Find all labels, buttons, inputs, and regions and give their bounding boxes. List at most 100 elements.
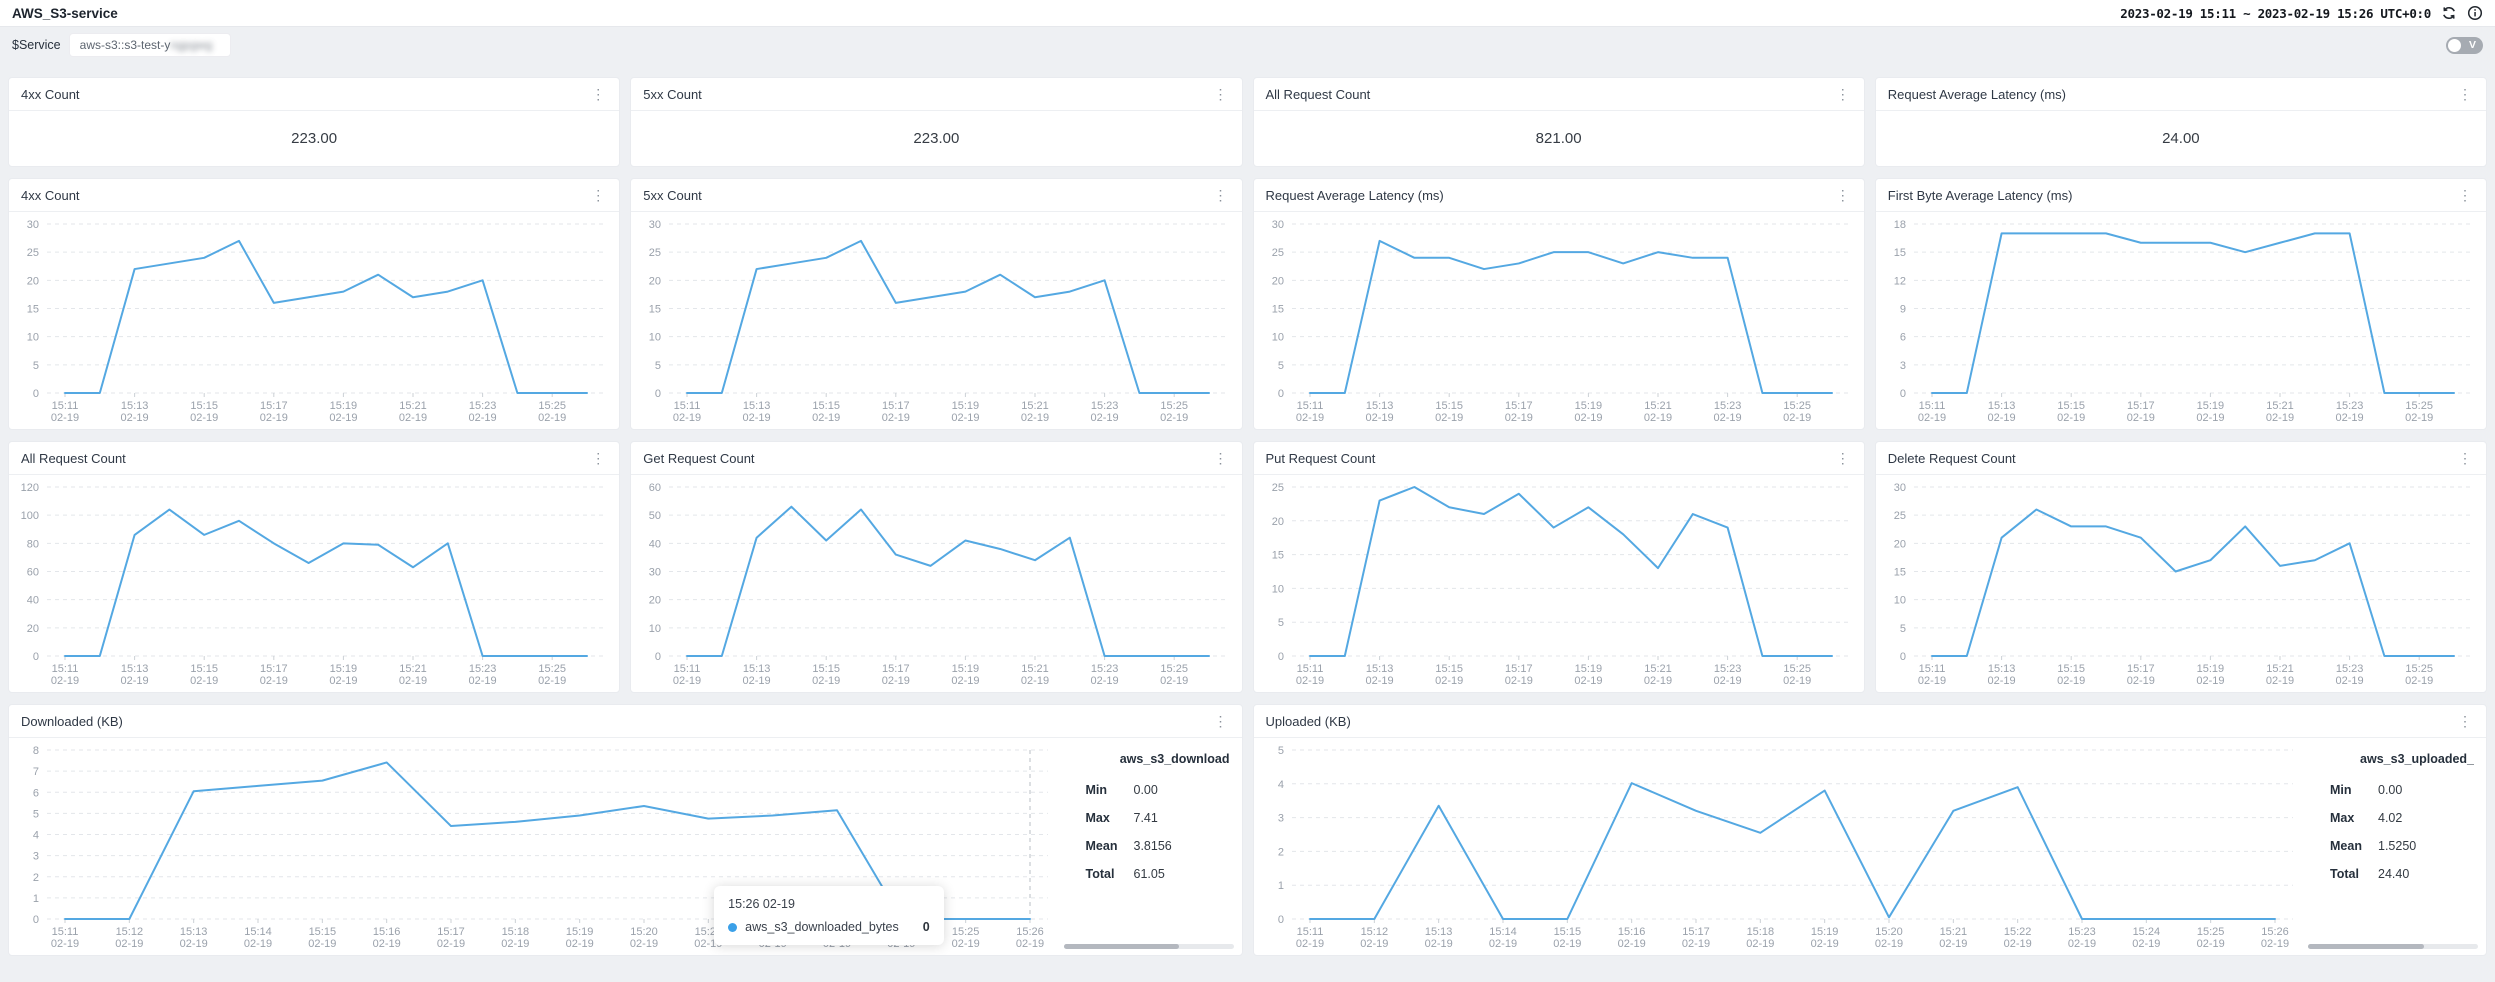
kebab-menu-icon[interactable] [1212,451,1230,465]
kebab-menu-icon[interactable] [2456,87,2474,101]
scrollbar-thumb[interactable] [1064,944,1180,949]
svg-text:15:1702-19: 15:1702-19 [882,663,910,687]
svg-text:15:2102-19: 15:2102-19 [2266,663,2294,687]
line-chart[interactable]: 05101520253015:1102-1915:1302-1915:1502-… [1876,475,2486,692]
kebab-menu-icon[interactable] [2456,714,2474,728]
stat-panel-4xx-count: 4xx Count 223.00 [8,77,620,167]
kebab-menu-icon[interactable] [1834,87,1852,101]
line-chart[interactable]: 01234567815:1102-1915:1202-1915:1302-191… [9,738,1062,955]
svg-text:15: 15 [1271,550,1283,562]
top-bar: AWS_S3-service 2023-02-19 15:11 ~ 2023-0… [0,0,2495,27]
kebab-menu-icon[interactable] [1212,714,1230,728]
legend-stat-label: Max [2330,811,2378,825]
line-chart[interactable]: 010203040506015:1102-1915:1302-1915:1502… [631,475,1241,692]
svg-text:3: 3 [1277,813,1283,825]
svg-text:3: 3 [33,851,39,863]
svg-text:15:1702-19: 15:1702-19 [882,400,910,424]
stat-value: 24.00 [1876,111,2486,166]
svg-text:0: 0 [1900,651,1906,663]
legend-stat-value: 24.40 [2378,867,2409,881]
svg-text:20: 20 [1271,275,1283,287]
legend-stat-value: 7.41 [1134,811,1158,825]
line-chart[interactable]: 036912151815:1102-1915:1302-1915:1502-19… [1876,212,2486,429]
svg-text:60: 60 [649,482,661,494]
svg-text:15:2502-19: 15:2502-19 [2196,926,2224,950]
svg-text:100: 100 [21,510,39,522]
svg-text:15:1502-19: 15:1502-19 [1553,926,1581,950]
dashboard-grid: 4xx Count 223.00 5xx Count 223.00 All Re… [8,77,2487,956]
legend-stat-label: Mean [2330,839,2378,853]
scrollbar-thumb[interactable] [2308,944,2424,949]
legend-stat-label: Min [2330,783,2378,797]
svg-text:0: 0 [33,651,39,663]
svg-text:15:2202-19: 15:2202-19 [2003,926,2031,950]
panel-title: 4xx Count [21,87,80,102]
line-chart[interactable]: 01234515:1102-1915:1202-1915:1302-1915:1… [1254,738,2307,955]
svg-text:15:1302-19: 15:1302-19 [1365,663,1393,687]
kebab-menu-icon[interactable] [1834,451,1852,465]
svg-text:15:2102-19: 15:2102-19 [2266,400,2294,424]
view-toggle[interactable]: V [2446,37,2483,54]
kebab-menu-icon[interactable] [2456,451,2474,465]
stat-value: 821.00 [1254,111,1864,166]
line-chart[interactable]: 05101520253015:1102-1915:1302-1915:1502-… [9,212,619,429]
kebab-menu-icon[interactable] [1212,188,1230,202]
svg-text:15:1302-19: 15:1302-19 [1987,400,2015,424]
refresh-icon[interactable] [2440,5,2457,22]
chart-panel-first-byte-average-latency: First Byte Average Latency (ms) 03691215… [1875,178,2487,430]
toggle-label: V [2469,39,2476,51]
svg-text:0: 0 [1277,388,1283,400]
svg-text:15:1102-19: 15:1102-19 [1295,663,1323,687]
kebab-menu-icon[interactable] [589,87,607,101]
horizontal-scrollbar[interactable] [2308,944,2478,949]
tooltip-series-name: aws_s3_downloaded_bytes [745,920,899,934]
kebab-menu-icon[interactable] [589,451,607,465]
svg-text:15:1502-19: 15:1502-19 [1435,400,1463,424]
time-range[interactable]: 2023-02-19 15:11 ~ 2023-02-19 15:26 UTC+… [2120,6,2431,21]
info-icon[interactable] [2466,5,2483,22]
svg-text:15:2502-19: 15:2502-19 [952,926,980,950]
service-variable-label: $Service [12,38,61,52]
svg-text:15:2102-19: 15:2102-19 [1939,926,1967,950]
svg-text:15:1802-19: 15:1802-19 [1746,926,1774,950]
kebab-menu-icon[interactable] [1212,87,1230,101]
svg-text:120: 120 [21,482,39,494]
svg-text:15:1902-19: 15:1902-19 [566,926,594,950]
legend-stat-label: Mean [1086,839,1134,853]
svg-text:15:1302-19: 15:1302-19 [121,663,149,687]
svg-text:30: 30 [27,219,39,231]
svg-text:5: 5 [1277,617,1283,629]
svg-text:15:2502-19: 15:2502-19 [2405,663,2433,687]
svg-text:15:2102-19: 15:2102-19 [1643,663,1671,687]
svg-text:15:2502-19: 15:2502-19 [538,663,566,687]
svg-text:15:1502-19: 15:1502-19 [190,663,218,687]
panel-title: First Byte Average Latency (ms) [1888,188,2073,203]
kebab-menu-icon[interactable] [2456,188,2474,202]
svg-text:15:1702-19: 15:1702-19 [260,400,288,424]
svg-text:15:2102-19: 15:2102-19 [1643,400,1671,424]
kebab-menu-icon[interactable] [1834,188,1852,202]
svg-text:15: 15 [1271,304,1283,316]
svg-text:40: 40 [649,538,661,550]
kebab-menu-icon[interactable] [589,188,607,202]
svg-text:30: 30 [1271,219,1283,231]
service-select-input[interactable]: aws-s3::s3-test-yngpgwg [70,34,230,56]
tooltip-time: 15:26 02-19 [728,897,930,911]
line-chart[interactable]: 02040608010012015:1102-1915:1302-1915:15… [9,475,619,692]
horizontal-scrollbar[interactable] [1064,944,1234,949]
svg-text:1: 1 [1277,880,1283,892]
svg-text:15:2502-19: 15:2502-19 [2405,400,2433,424]
line-chart[interactable]: 05101520253015:1102-1915:1302-1915:1502-… [631,212,1241,429]
svg-text:15:1902-19: 15:1902-19 [1574,663,1602,687]
chart-legend: aws_s3_uploaded_ Min0.00 Max4.02 Mean1.5… [2306,738,2486,955]
line-chart[interactable]: 051015202515:1102-1915:1302-1915:1502-19… [1254,475,1864,692]
chart-panel-4xx-count: 4xx Count 05101520253015:1102-1915:1302-… [8,178,620,430]
svg-text:15:1902-19: 15:1902-19 [329,663,357,687]
svg-text:60: 60 [27,567,39,579]
line-chart[interactable]: 05101520253015:1102-1915:1302-1915:1502-… [1254,212,1864,429]
svg-text:0: 0 [33,914,39,926]
legend-stat-label: Min [1086,783,1134,797]
svg-text:0: 0 [655,651,661,663]
svg-text:15:1902-19: 15:1902-19 [952,400,980,424]
svg-text:15:2102-19: 15:2102-19 [399,663,427,687]
